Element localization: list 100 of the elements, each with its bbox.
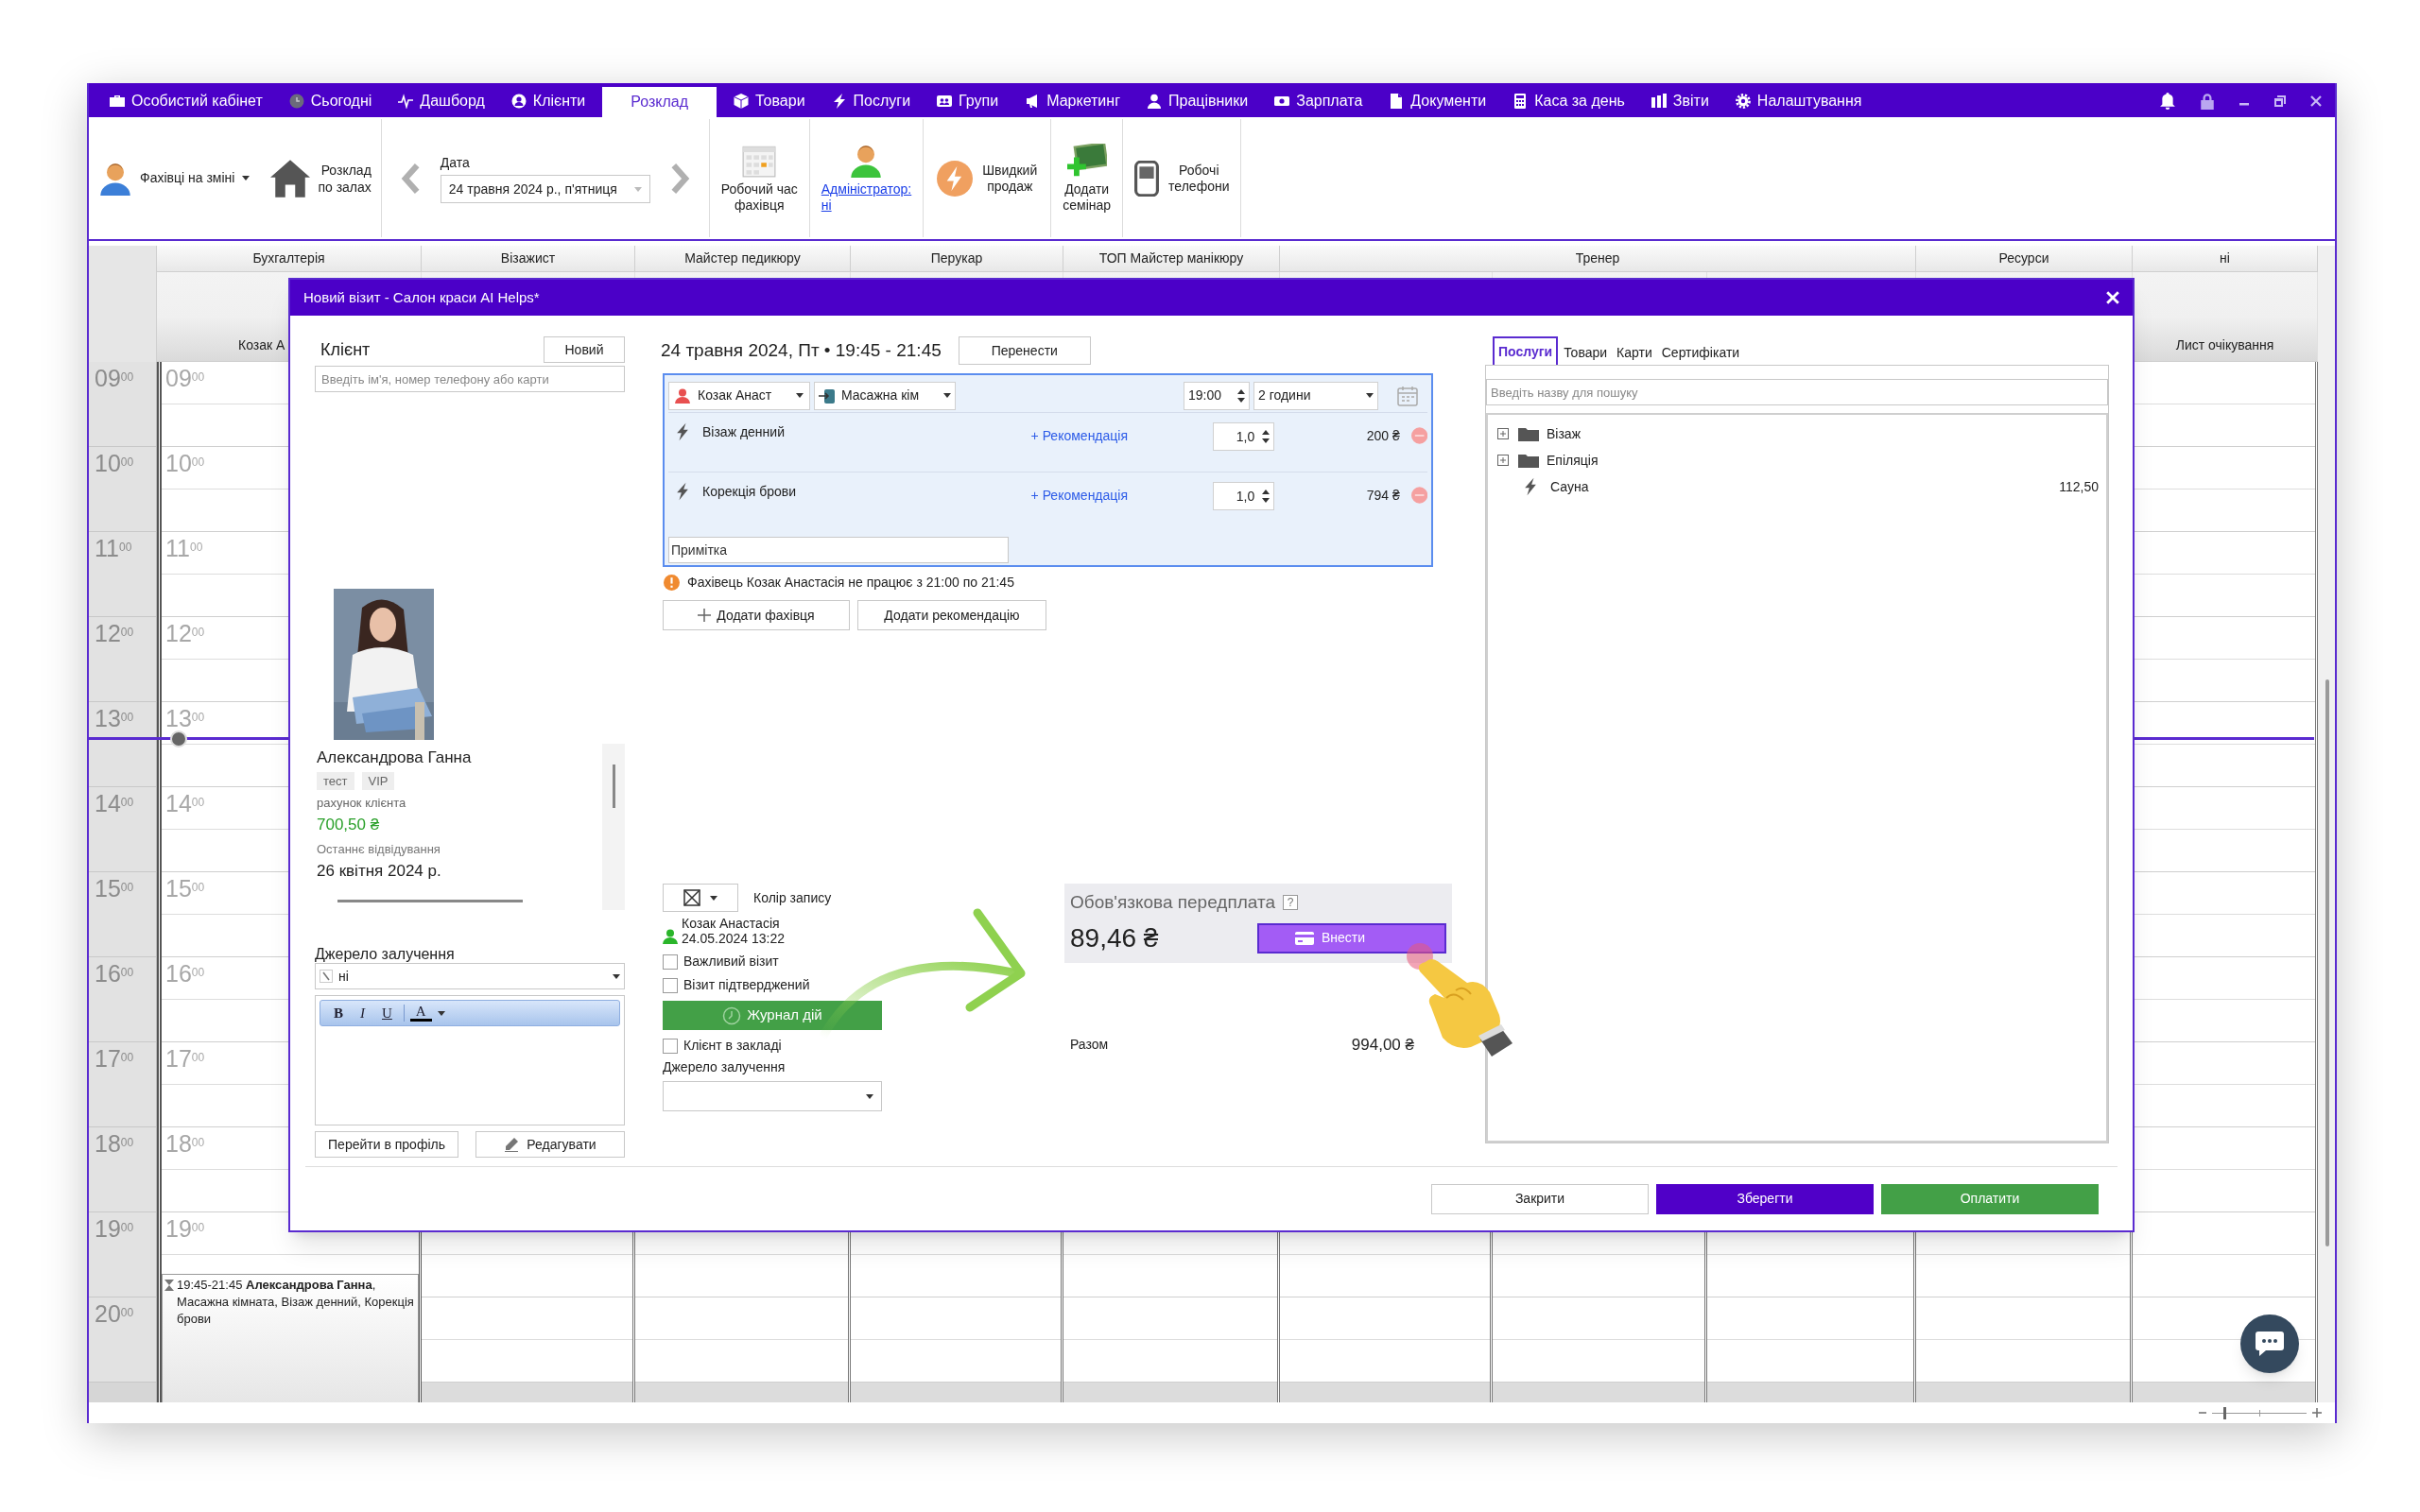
hour-label: 14$^{00}$ (165, 790, 205, 816)
nav-tab[interactable]: Групи (924, 85, 1012, 117)
close-button[interactable]: Закрити (1431, 1183, 1649, 1214)
duration-dropdown[interactable]: 2 години (1253, 381, 1378, 410)
profile-button[interactable]: Перейти в профіль (315, 1131, 458, 1158)
client-name: Александрова Ганна (317, 747, 473, 768)
account-balance: 700,50 ₴ (317, 814, 381, 835)
hour-label: 16$^{00}$ (165, 960, 205, 987)
visit-heading: 24 травня 2024, Пт • 19:45 - 21:45 (661, 338, 942, 362)
halls-button[interactable]: Розклад по залах (259, 159, 372, 198)
service-name: Корекція брови (702, 483, 798, 501)
nav-tab[interactable]: Працівники (1133, 85, 1262, 117)
phones-button[interactable]: Робочі телефони (1123, 117, 1241, 239)
nav-tab[interactable]: Сьогодні (275, 85, 386, 117)
nav-tab[interactable]: Налаштування (1721, 85, 1876, 117)
nav-tab[interactable]: Маркетинг (1011, 85, 1133, 117)
client-search-field[interactable]: Введіть ім'я, номер телефону або карти (315, 366, 625, 392)
hour-label: 10$^{00}$ (95, 450, 134, 476)
edit-button[interactable]: Редагувати (475, 1131, 625, 1158)
service-name: Візаж денний (702, 423, 786, 441)
tree-item[interactable]: Епіляція (1488, 451, 2106, 470)
work-time-button[interactable]: Робочий час фахівця (709, 117, 809, 239)
appointment-text: 19:45-21:45 Александрова Ганна, Масажна кімната, Візаж денний, Корекція брови (177, 1277, 415, 1328)
column-header: Візажист (422, 246, 635, 272)
column-header: Майстер педикюру (635, 246, 851, 272)
service-price: 200 ₴ (1365, 427, 1400, 445)
hour-label: 18$^{00}$ (95, 1130, 134, 1157)
catalog-tab[interactable]: Товари (1560, 340, 1612, 365)
new-client-button[interactable]: Новий (544, 336, 625, 363)
notes-editor[interactable]: B I U A (315, 995, 625, 1125)
room-dropdown[interactable]: Масажна кім (814, 381, 956, 410)
move-button[interactable]: Перенести (958, 336, 1091, 365)
bold-button[interactable]: B (328, 1002, 349, 1024)
column-header: ні (2133, 246, 2318, 272)
catalog-search-field[interactable]: Введіть назву для пошуку (1486, 379, 2108, 405)
column-header: Перукар (851, 246, 1063, 272)
italic-button[interactable]: I (354, 1002, 371, 1024)
nav-tab[interactable]: Особистий кабінет (96, 85, 276, 117)
underline-button[interactable]: U (376, 1002, 398, 1024)
nav-tab[interactable]: Зарплата (1261, 85, 1376, 117)
font-color-button[interactable]: A (409, 1005, 432, 1022)
nav-tab[interactable]: Дашборд (385, 85, 498, 117)
add-recommendation-button[interactable]: Додати рекомендацію (857, 600, 1046, 630)
creator-name: Козак Анастасія (682, 916, 781, 931)
hour-label: 11$^{00}$ (165, 535, 203, 561)
help-button[interactable]: ? (1283, 895, 1298, 911)
recommendation-link[interactable]: + Рекомендація (1030, 426, 1213, 445)
checkbox-row[interactable]: Важливий візит (663, 952, 882, 971)
tree-item[interactable]: Сауна 112,50 (1488, 477, 2106, 496)
catalog-tab[interactable]: Послуги (1493, 336, 1559, 365)
hour-label: 12$^{00}$ (165, 620, 205, 646)
source-dropdown[interactable]: ні (315, 963, 625, 989)
client-tag: VIP (361, 771, 395, 790)
specialists-button[interactable]: Фахівці на зміні (98, 161, 251, 196)
add-specialist-button[interactable]: Додати фахівця (663, 600, 850, 630)
hour-label: 12$^{00}$ (95, 620, 134, 646)
quantity-spinner[interactable]: 1,0 (1212, 482, 1275, 510)
quantity-spinner[interactable]: 1,0 (1212, 422, 1275, 451)
hour-label: 19$^{00}$ (95, 1215, 134, 1242)
hour-label: 13$^{00}$ (95, 705, 134, 731)
recommendation-link[interactable]: + Рекомендація (1030, 486, 1213, 505)
account-label: рахунок клієнта (317, 795, 407, 812)
hour-label: 17$^{00}$ (165, 1045, 205, 1072)
time-spinner[interactable]: 19:00 (1184, 381, 1250, 410)
hour-label: 20$^{00}$ (95, 1300, 134, 1327)
color-label: Колір запису (753, 888, 832, 907)
date-dropdown[interactable]: 24 травня 2024 р., п'ятниця (440, 175, 650, 203)
tree-item[interactable]: Візаж (1488, 424, 2106, 443)
add-seminar-button[interactable]: Додати семінар (1051, 117, 1123, 239)
column-header: ТОП Майстер манікюру (1063, 246, 1280, 272)
checkbox-row[interactable]: Клієнт в закладі (663, 1036, 882, 1056)
warning-text: Фахівець Козак Анастасія не працює з 21:00 по 21:45 (687, 574, 1014, 592)
nav-tab[interactable]: Послуги (818, 85, 925, 117)
hour-label: 14$^{00}$ (95, 790, 134, 816)
quick-sale-button[interactable]: Швидкий продаж (924, 117, 1051, 239)
note-field[interactable]: Примітка (668, 537, 1009, 563)
service-price: 794 ₴ (1365, 487, 1400, 505)
checkbox-row[interactable]: Візит підтверджений (663, 975, 882, 995)
section-heading: Клієнт (320, 338, 371, 361)
client-tag: тест (317, 771, 354, 790)
hour-label: 18$^{00}$ (165, 1130, 205, 1157)
administrator-link[interactable]: Адміністратор: ні (809, 117, 924, 239)
catalog-tab[interactable]: Сертифікати (1657, 340, 1744, 365)
specialist-dropdown[interactable]: Козак Анаст (668, 381, 810, 410)
hour-label: 15$^{00}$ (95, 875, 134, 902)
catalog-tab[interactable]: Карти (1613, 340, 1656, 365)
hour-label: 16$^{00}$ (95, 960, 134, 987)
save-button[interactable]: Зберегти (1656, 1183, 1874, 1214)
nav-tab[interactable]: Каса за день (1499, 85, 1638, 117)
pay-in-button[interactable]: Внести (1257, 922, 1446, 954)
nav-tab[interactable]: Документи (1375, 85, 1500, 117)
nav-tab[interactable]: Клієнти (497, 85, 599, 117)
nav-tab[interactable]: Розклад (602, 87, 717, 117)
prepayment-title: Обов'язкова передплата (1070, 891, 1275, 914)
hour-label: 19$^{00}$ (165, 1215, 205, 1242)
column-subheader: Лист очікування (2175, 336, 2274, 354)
nav-tab[interactable]: Звіти (1637, 85, 1722, 117)
hour-label: 15$^{00}$ (165, 875, 205, 902)
source-label: Джерело залучення (663, 1058, 786, 1076)
nav-tab[interactable]: Товари (720, 85, 819, 117)
